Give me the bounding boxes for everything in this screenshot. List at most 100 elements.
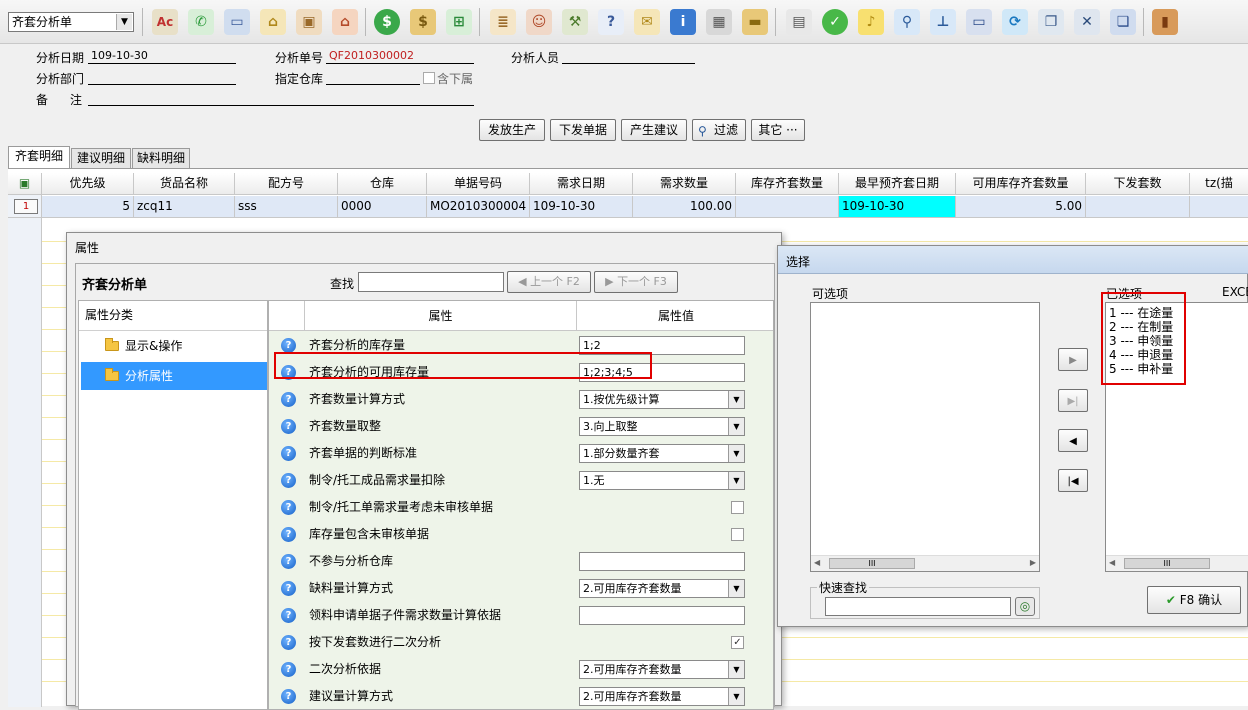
search-icon[interactable]: ⚲ [894,9,920,35]
property-search-input[interactable] [358,272,504,292]
property-select[interactable]: 2.可用库存齐套数量 ▼ [579,687,745,706]
calculator-icon[interactable]: ▦ [706,9,732,35]
property-value[interactable] [579,606,745,625]
add-item-button[interactable]: ▶ [1058,348,1088,371]
tools-icon[interactable]: ⚒ [562,9,588,35]
property-row[interactable]: ? 领料申请单据子件需求数量计算依据 [269,602,773,629]
scroll-thumb[interactable]: III [1124,558,1210,569]
property-row[interactable]: ? 齐套单据的判断标准 1.部分数量齐套 ▼ [269,440,773,467]
col-header-stock-kit-qty[interactable]: 库存齐套数量 [736,173,839,195]
remove-item-button[interactable]: ◀ [1058,429,1088,452]
col-header-issue-sets[interactable]: 下发套数 [1086,173,1190,195]
col-header-req-date[interactable]: 需求日期 [530,173,633,195]
available-list[interactable]: ◀ III ▶ [810,302,1040,572]
document-icon[interactable]: ▤ [786,9,812,35]
cell-issue-sets[interactable] [1086,196,1190,218]
property-value[interactable] [579,552,745,571]
remark-field[interactable] [88,91,474,106]
cell-doc-no[interactable]: MO2010300004 [427,196,530,218]
analysis-no-field[interactable]: QF2010300002 [326,49,474,64]
filter-button[interactable]: ⚲ 过滤 [692,119,746,141]
analysis-date-field[interactable]: 109-10-30 [88,49,236,64]
property-row[interactable]: ? 制令/托工成品需求量扣除 1.无 ▼ [269,467,773,494]
col-header-priority[interactable]: 优先级 [42,173,134,195]
org-chart-icon[interactable]: ⊥ [930,9,956,35]
money-bag-icon[interactable]: $ [410,9,436,35]
analyst-field[interactable] [562,49,695,64]
category-analysis[interactable]: 分析属性 [81,362,267,390]
property-select[interactable]: 1.无 ▼ [579,471,745,490]
tab-suggestion-detail[interactable]: 建议明细 [71,148,131,168]
clipboard-icon[interactable]: ≣ [490,9,516,35]
users-icon[interactable]: ☺ [526,9,552,35]
add-all-button[interactable]: ▶| [1058,389,1088,412]
cell-req-qty[interactable]: 100.00 [633,196,736,218]
table-row[interactable]: 1 [8,196,42,218]
cell-priority[interactable]: 5 [42,196,134,218]
property-select[interactable]: 1.部分数量齐套 ▼ [579,444,745,463]
lock-icon[interactable]: ⌂ [260,9,286,35]
issue-documents-button[interactable]: 下发单据 [550,119,616,141]
prev-button[interactable]: ◀ 上一个 F2 [507,271,591,293]
briefcase-icon[interactable]: ▣ [296,9,322,35]
property-row[interactable]: ? 按下发套数进行二次分析 ✓ [269,629,773,656]
include-sub-checkbox[interactable] [423,72,435,84]
cell-stock-kit-qty[interactable] [736,196,839,218]
col-header-req-qty[interactable]: 需求数量 [633,173,736,195]
bell-icon[interactable]: ♪ [858,9,884,35]
property-checkbox[interactable] [731,528,744,541]
cell-item[interactable]: zcq11 [134,196,235,218]
property-select[interactable]: 2.可用库存齐套数量 ▼ [579,660,745,679]
property-row[interactable]: ? 制令/托工单需求量考虑未审核单据 [269,494,773,521]
property-row[interactable]: ? 不参与分析仓库 [269,548,773,575]
tab-kit-detail[interactable]: 齐套明细 [8,146,70,169]
cell-earliest-date[interactable]: 109-10-30 [839,196,956,218]
property-select[interactable]: 3.向上取整 ▼ [579,417,745,436]
spell-check-icon[interactable]: Ac [152,9,178,35]
property-select[interactable]: 1.按优先级计算 ▼ [579,390,745,409]
folder-icon[interactable]: ▬ [742,9,768,35]
col-header-avail-kit-qty[interactable]: 可用库存齐套数量 [956,173,1086,195]
quick-search-input[interactable] [825,597,1011,616]
horizontal-scrollbar[interactable]: ◀ III [1106,555,1248,571]
monitor-icon[interactable]: ▭ [966,9,992,35]
mail-icon[interactable]: ✉ [634,9,660,35]
cart-icon[interactable]: ⊞ [446,9,472,35]
warehouse-field[interactable] [326,70,420,85]
col-header-item[interactable]: 货品名称 [134,173,235,195]
col-header-formula[interactable]: 配方号 [235,173,338,195]
cell-formula[interactable]: sss [235,196,338,218]
col-header-doc-no[interactable]: 单据号码 [427,173,530,195]
property-row[interactable]: ? 齐套数量取整 3.向上取整 ▼ [269,413,773,440]
category-display-ops[interactable]: 显示&操作 [81,332,267,360]
doc-type-select[interactable]: 齐套分析单 ▼ [8,12,134,32]
property-row[interactable]: ? 缺料量计算方式 2.可用库存齐套数量 ▼ [269,575,773,602]
property-checkbox[interactable] [731,501,744,514]
col-header-warehouse[interactable]: 仓库 [338,173,427,195]
release-production-button[interactable]: 发放生产 [479,119,545,141]
confirm-button[interactable]: ✔ F8 确认 [1147,586,1241,614]
dollar-icon[interactable]: $ [374,9,400,35]
scroll-right-icon[interactable]: ▶ [1030,558,1036,567]
col-header-tz[interactable]: tz(描 [1190,173,1248,195]
cell-req-date[interactable]: 109-10-30 [530,196,633,218]
generate-suggestion-button[interactable]: 产生建议 [621,119,687,141]
dept-field[interactable] [88,70,236,85]
property-checkbox-checked[interactable]: ✓ [731,636,744,649]
property-row[interactable]: ? 库存量包含未审核单据 [269,521,773,548]
other-button[interactable]: 其它 ··· [751,119,805,141]
close-icon[interactable]: ✕ [1074,9,1100,35]
help-doc-icon[interactable]: ? [598,9,624,35]
col-header-earliest-date[interactable]: 最早预齐套日期 [839,173,956,195]
windows-icon[interactable]: ❐ [1038,9,1064,35]
excel-export-icon[interactable]: ▣ [8,173,42,195]
cell-tz[interactable] [1190,196,1248,218]
cell-avail-kit-qty[interactable]: 5.00 [956,196,1086,218]
scroll-left-icon[interactable]: ◀ [1109,558,1115,567]
exit-door-icon[interactable]: ▮ [1152,9,1178,35]
property-row[interactable]: ? 二次分析依据 2.可用库存齐套数量 ▼ [269,656,773,683]
cell-warehouse[interactable]: 0000 [338,196,427,218]
tab-shortage-detail[interactable]: 缺料明细 [132,148,190,168]
property-row[interactable]: ? 齐套数量计算方式 1.按优先级计算 ▼ [269,386,773,413]
home-icon[interactable]: ⌂ [332,9,358,35]
